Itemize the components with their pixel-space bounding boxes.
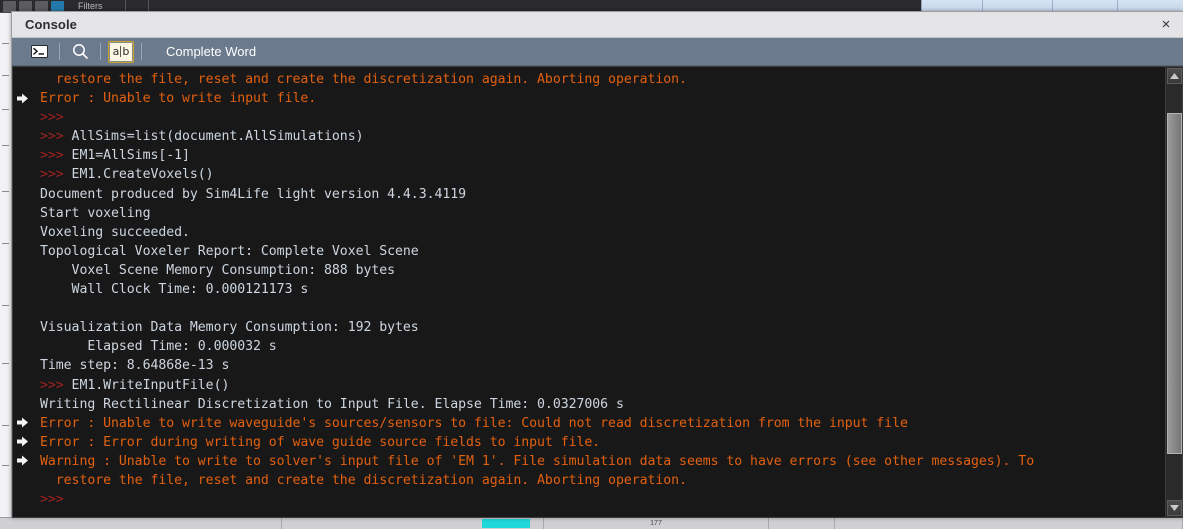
console-line: Error : Error during writing of wave gui…	[13, 433, 1165, 452]
console-line: Start voxeling	[13, 204, 1165, 223]
console-prompt: >>>	[40, 492, 64, 508]
console-body: restore the file, reset and create the d…	[12, 66, 1183, 518]
ab-icon-divider	[120, 46, 122, 57]
console-line: Wall Clock Time: 0.000121173 s	[13, 280, 1165, 299]
console-error-text: Error : Error during writing of wave gui…	[40, 434, 601, 450]
terminal-icon[interactable]	[26, 41, 52, 63]
error-marker-icon	[17, 455, 29, 467]
complete-word-label: Complete Word	[166, 44, 257, 59]
console-command: EM1.WriteInputFile()	[63, 377, 230, 393]
selected-swatch-icon[interactable]	[51, 0, 64, 12]
console-text: Time step: 8.64868e-13 s	[40, 358, 230, 374]
complete-word-icon[interactable]: a b	[108, 40, 134, 63]
host-toolbar-label: Filters	[78, 1, 103, 11]
console-text: Start voxeling	[40, 205, 151, 221]
clip-icon[interactable]	[35, 0, 48, 12]
console-line: Error : Unable to write input file.	[13, 89, 1165, 108]
console-line: >>> EM1.CreateVoxels()	[13, 165, 1165, 184]
scrollbar-track[interactable]	[1166, 84, 1182, 500]
console-line: Error : Unable to write waveguide's sour…	[13, 414, 1165, 433]
toolbar-separator-1	[59, 43, 60, 60]
console-error-text: Error : Unable to write waveguide's sour…	[40, 415, 908, 431]
ab-icon-left: a	[112, 45, 120, 58]
console-command: EM1.CreateVoxels()	[63, 167, 214, 183]
console-line: Document produced by Sim4Life light vers…	[13, 185, 1165, 204]
console-text: Writing Rectilinear Discretization to In…	[40, 396, 624, 412]
console-prompt: >>>	[40, 110, 64, 126]
console-text: Visualization Data Memory Consumption: 1…	[40, 320, 419, 336]
console-text: Voxel Scene Memory Consumption: 888 byte…	[40, 262, 396, 278]
progress-indicator	[482, 519, 530, 528]
scroll-down-icon[interactable]	[1166, 500, 1182, 516]
console-prompt: >>>	[40, 148, 64, 164]
status-seg-1	[0, 518, 282, 529]
error-marker-icon	[17, 93, 29, 104]
console-prompt: >>>	[40, 377, 64, 393]
page-title: Console	[25, 17, 77, 32]
console-error-text: Warning : Unable to write to solver's in…	[40, 453, 1035, 469]
status-value: 177	[544, 518, 769, 529]
console-prompt: >>>	[40, 129, 64, 145]
console-output[interactable]: restore the file, reset and create the d…	[13, 67, 1165, 517]
console-error-text: restore the file, reset and create the d…	[40, 472, 687, 488]
sphere-icon[interactable]	[19, 0, 32, 12]
console-line: Visualization Data Memory Consumption: 1…	[13, 318, 1165, 337]
error-marker-icon	[17, 436, 29, 448]
console-line: >>> EM1.WriteInputFile()	[13, 376, 1165, 395]
console-line: >>>	[13, 490, 1165, 509]
arrow-icon[interactable]	[3, 0, 16, 12]
console-line: >>> AllSims=list(document.AllSimulations…	[13, 127, 1165, 146]
console-error-text: Error : Unable to write input file.	[40, 91, 317, 107]
console-command: EM1=AllSims[-1]	[63, 148, 190, 164]
status-seg-4	[769, 518, 835, 529]
scroll-up-icon[interactable]	[1166, 68, 1182, 84]
console-scrollbar[interactable]	[1165, 67, 1182, 517]
host-status-bar: 177	[0, 517, 1183, 529]
console-line: Time step: 8.64868e-13 s	[13, 356, 1165, 375]
console-line: restore the file, reset and create the d…	[13, 70, 1165, 89]
console-line: Warning : Unable to write to solver's in…	[13, 452, 1165, 471]
console-line: >>> EM1=AllSims[-1]	[13, 146, 1165, 165]
console-title-bar[interactable]: Console ×	[12, 12, 1183, 38]
console-text: Elapsed Time: 0.000032 s	[40, 339, 277, 355]
console-text: Topological Voxeler Report: Complete Vox…	[40, 243, 419, 259]
console-line: Voxel Scene Memory Consumption: 888 byte…	[13, 261, 1165, 280]
ab-icon-right: b	[122, 45, 130, 58]
console-prompt: >>>	[40, 167, 64, 183]
console-toolbar: a b Complete Word	[12, 38, 1183, 66]
console-window: Console × a b Complete Word restore the …	[11, 11, 1183, 518]
console-text: Document produced by Sim4Life light vers…	[40, 186, 467, 202]
status-seg-5	[835, 518, 1183, 529]
search-icon[interactable]	[67, 41, 93, 63]
close-icon[interactable]: ×	[1153, 14, 1179, 36]
console-line: Elapsed Time: 0.000032 s	[13, 337, 1165, 356]
status-seg-2	[282, 518, 544, 529]
console-line: Writing Rectilinear Discretization to In…	[13, 395, 1165, 414]
toolbar-separator-2	[100, 43, 101, 60]
scrollbar-thumb[interactable]	[1166, 113, 1182, 455]
console-line: restore the file, reset and create the d…	[13, 471, 1165, 490]
console-line: >>>	[13, 108, 1165, 127]
console-text: Voxeling succeeded.	[40, 224, 190, 240]
console-error-text: restore the file, reset and create the d…	[40, 72, 687, 87]
console-line: Topological Voxeler Report: Complete Vox…	[13, 242, 1165, 261]
toolbar-separator-3	[141, 43, 142, 60]
console-line: Voxeling succeeded.	[13, 223, 1165, 242]
console-text: Wall Clock Time: 0.000121173 s	[40, 282, 309, 298]
console-command: AllSims=list(document.AllSimulations)	[63, 129, 364, 145]
error-marker-icon	[17, 417, 29, 429]
